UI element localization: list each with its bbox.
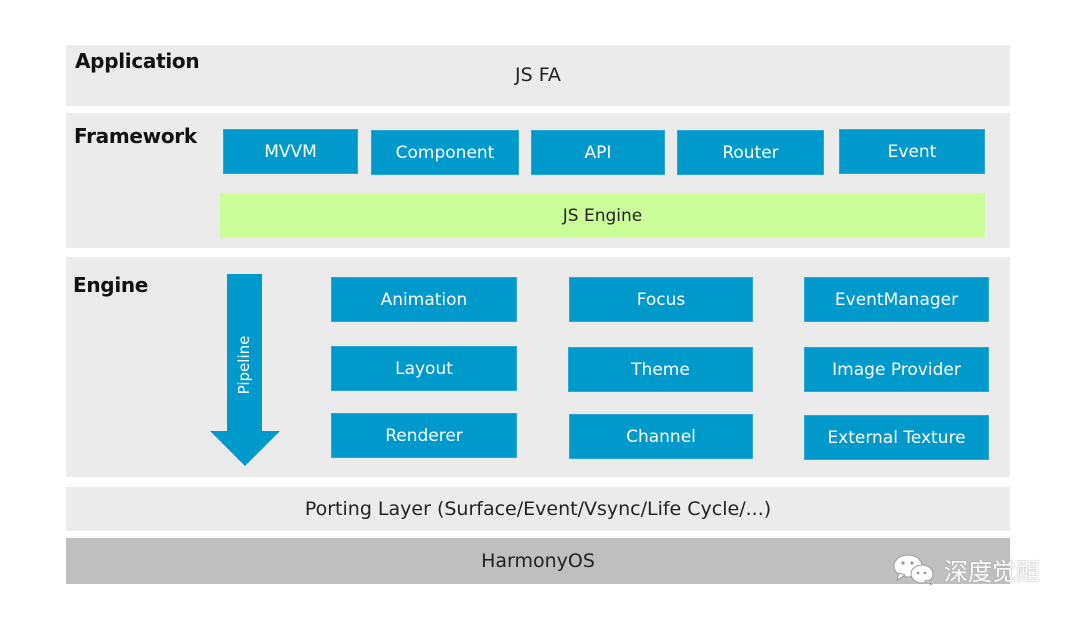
- watermark: 深度觉醒: [892, 552, 1040, 587]
- framework-module-mvvm: MVVM: [223, 129, 358, 174]
- porting-layer: Porting Layer (Surface/Event/Vsync/Life …: [66, 487, 1010, 531]
- engine-module-animation: Animation: [331, 277, 517, 322]
- engine-module-channel: Channel: [569, 414, 753, 459]
- engine-module-image-provider: Image Provider: [804, 347, 989, 392]
- framework-module-api: API: [531, 130, 665, 175]
- engine-module-external-texture: External Texture: [804, 415, 989, 460]
- framework-module-component: Component: [371, 130, 519, 175]
- engine-module-theme: Theme: [568, 347, 753, 392]
- framework-module-event: Event: [839, 129, 985, 174]
- engine-module-focus: Focus: [569, 277, 753, 322]
- pipeline-label: Pipeline: [235, 335, 253, 395]
- wechat-icon: [893, 554, 934, 585]
- engine-module-renderer: Renderer: [331, 413, 517, 458]
- js-fa-label: JS FA: [515, 64, 561, 86]
- application-layer: Application JS FA: [66, 45, 1010, 106]
- framework-label: Framework: [74, 124, 197, 148]
- porting-layer-label: Porting Layer (Surface/Event/Vsync/Life …: [304, 498, 772, 520]
- engine-module-eventmanager: EventManager: [804, 277, 989, 322]
- harmonyos-label: HarmonyOS: [481, 550, 595, 572]
- engine-label: Engine: [73, 273, 149, 297]
- engine-module-layout: Layout: [331, 346, 517, 391]
- watermark-text: 深度觉醒: [944, 558, 1040, 586]
- js-engine-bar: JS Engine: [220, 193, 985, 238]
- harmonyos-layer: HarmonyOS: [66, 538, 1010, 584]
- framework-module-router: Router: [677, 130, 824, 175]
